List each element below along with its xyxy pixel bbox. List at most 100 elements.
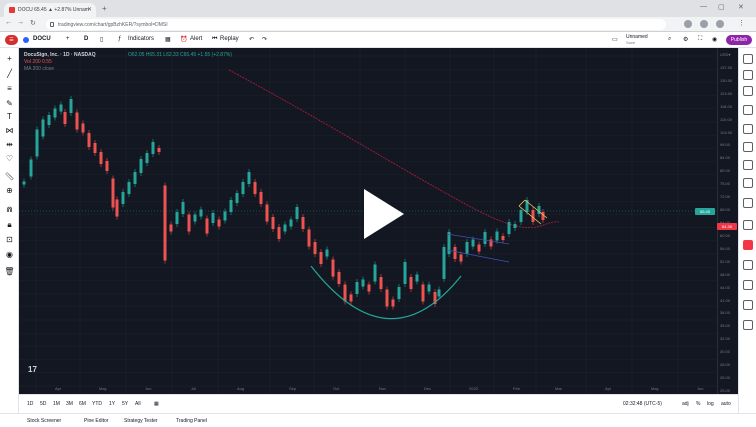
chats-icon[interactable] — [743, 178, 753, 188]
auto-toggle[interactable]: auto — [721, 401, 731, 407]
interval-button[interactable]: D — [84, 36, 88, 42]
replay-button[interactable]: Replay — [220, 36, 239, 42]
dom-icon[interactable] — [743, 280, 753, 290]
notifications-icon[interactable] — [743, 220, 753, 230]
close-tab-icon[interactable]: ✕ — [87, 6, 92, 13]
indicator-ma[interactable]: MA 200 close — [24, 66, 96, 73]
eye-icon[interactable]: ◉ — [4, 250, 15, 260]
extension-icon[interactable] — [700, 20, 708, 28]
indicators-button[interactable]: Indicators — [128, 36, 154, 42]
symbol-search[interactable]: DOCU — [33, 36, 51, 42]
streams-icon[interactable] — [743, 160, 753, 170]
candle-body — [421, 284, 425, 302]
alert-button[interactable]: Alert — [190, 36, 202, 42]
timeframe-button[interactable]: All — [135, 401, 141, 407]
percent-toggle[interactable]: % — [696, 401, 700, 407]
calendar-icon[interactable] — [743, 124, 753, 134]
date-range-icon[interactable]: ▦ — [154, 401, 159, 407]
back-icon[interactable]: ← — [5, 19, 12, 26]
reload-icon[interactable]: ↻ — [30, 19, 36, 27]
browser-menu-icon[interactable]: ⋮ — [738, 19, 745, 27]
price-axis-label: 38.00 — [720, 310, 731, 316]
candle-body — [253, 182, 257, 194]
order-panel-icon[interactable] — [743, 260, 753, 270]
profile-avatar-icon[interactable] — [716, 20, 724, 28]
maximize-icon[interactable]: ▢ — [718, 3, 725, 11]
trendline-icon[interactable]: ╱ — [4, 69, 15, 79]
camera-icon[interactable]: ◉ — [712, 36, 717, 43]
layout-icon[interactable]: ▭ — [612, 36, 618, 43]
close-window-icon[interactable]: ✕ — [738, 3, 744, 11]
publish-button[interactable]: Publish — [726, 35, 752, 45]
ideas-icon[interactable] — [743, 142, 753, 152]
lock-drawings-icon[interactable]: 🔒︎ — [4, 220, 15, 230]
tv-menu-icon[interactable]: ☰ — [5, 35, 18, 45]
timeframe-button[interactable]: YTD — [92, 401, 102, 407]
add-symbol-icon[interactable]: + — [66, 36, 70, 42]
live-icon[interactable] — [743, 240, 753, 250]
price-axis[interactable]: USD▾ 137.00 130.00 124.00 118.00 110.00 104.00… — [717, 48, 738, 394]
indicator-volume[interactable]: Vol 200 0.55 — [24, 59, 96, 66]
alerts-panel-icon[interactable] — [743, 70, 753, 80]
fullscreen-icon[interactable]: ⛶ — [698, 36, 702, 43]
candle-body — [217, 219, 221, 227]
bar-style-icon[interactable]: ▯ — [100, 36, 103, 43]
clock-time[interactable]: 02:32:48 (UTC-5) — [623, 401, 662, 407]
measure-icon[interactable]: ⇹ — [4, 140, 15, 150]
brush-icon[interactable]: ✎ — [4, 99, 15, 109]
layout-name[interactable]: Unnamed Save — [626, 34, 648, 46]
pattern-icon[interactable]: ⋈ — [4, 126, 15, 136]
panel-tab[interactable]: Stock Screener — [27, 418, 61, 424]
timeframe-button[interactable]: 5Y — [122, 401, 128, 407]
settings-gear-icon[interactable]: ⚙ — [683, 36, 688, 43]
right-widget-bar — [738, 48, 756, 413]
crosshair-icon[interactable]: + — [4, 54, 15, 64]
symbol-title[interactable]: DocuSign, Inc. · 1D · NASDAQ — [24, 52, 96, 59]
watchlist-icon[interactable] — [743, 54, 753, 64]
trash-icon[interactable]: 🗑︎ — [4, 267, 15, 277]
price-axis-label: 124.00 — [720, 90, 733, 96]
lock-icon[interactable]: ⊡ — [4, 235, 15, 245]
tradingview-favicon-icon — [9, 7, 15, 13]
date-axis-label: Feb — [513, 386, 520, 391]
object-tree-icon[interactable] — [743, 300, 753, 310]
data-window-icon[interactable] — [743, 86, 753, 96]
extension-icon[interactable] — [684, 20, 692, 28]
minimize-icon[interactable]: — — [700, 3, 707, 10]
new-tab-icon[interactable]: + — [102, 4, 107, 13]
forward-icon[interactable]: → — [17, 19, 24, 26]
news-icon[interactable] — [743, 198, 753, 208]
timeframe-button[interactable]: 3M — [66, 401, 73, 407]
browser-tab[interactable]: DOCU 65.45 ▲ +2.87% Unnam ✕ — [4, 3, 96, 17]
fib-icon[interactable]: ≡ — [4, 84, 15, 94]
text-icon[interactable]: T — [4, 112, 15, 122]
zoom-icon[interactable]: ⊕ — [4, 186, 15, 196]
panel-tab[interactable]: Strategy Tester — [124, 418, 158, 424]
redo-icon[interactable]: ↷ — [262, 36, 267, 43]
timeframe-button[interactable]: 5D — [40, 401, 46, 407]
help-icon[interactable] — [743, 320, 753, 330]
date-axis-label: Mar — [555, 386, 562, 391]
timeframe-button[interactable]: 1Y — [109, 401, 115, 407]
url-field[interactable]: tradingview.com/chart/gpBzhKER/?symbol=D… — [46, 19, 666, 30]
templates-icon[interactable]: ▦ — [165, 36, 171, 43]
browser-tab-title: DOCU 65.45 ▲ +2.87% Unnam — [18, 7, 89, 13]
log-toggle[interactable]: log — [707, 401, 714, 407]
panel-tab[interactable]: Trading Panel — [176, 418, 207, 424]
adj-toggle[interactable]: adj — [682, 401, 689, 407]
hotlists-icon[interactable] — [743, 105, 753, 115]
video-play-button[interactable] — [340, 183, 418, 245]
panel-tab[interactable]: Pine Editor — [84, 418, 108, 424]
magnet-icon[interactable]: ⋒ — [4, 205, 15, 215]
heart-icon[interactable]: ♡ — [4, 154, 15, 164]
timeframe-button[interactable]: 6M — [79, 401, 86, 407]
lock-icon — [50, 22, 54, 27]
quick-search-icon[interactable]: ⌕ — [668, 36, 671, 43]
price-axis-label: 110.00 — [720, 116, 732, 122]
timeframe-button[interactable]: 1M — [53, 401, 60, 407]
ruler-icon[interactable]: 📏︎ — [4, 172, 15, 182]
candle-body — [442, 247, 446, 279]
date-axis[interactable]: Apr May Jun Jul Aug Sep Oct Nov Dec 2023 Feb Mar Apr… — [19, 385, 717, 394]
timeframe-button[interactable]: 1D — [27, 401, 33, 407]
undo-icon[interactable]: ↶ — [249, 36, 254, 43]
